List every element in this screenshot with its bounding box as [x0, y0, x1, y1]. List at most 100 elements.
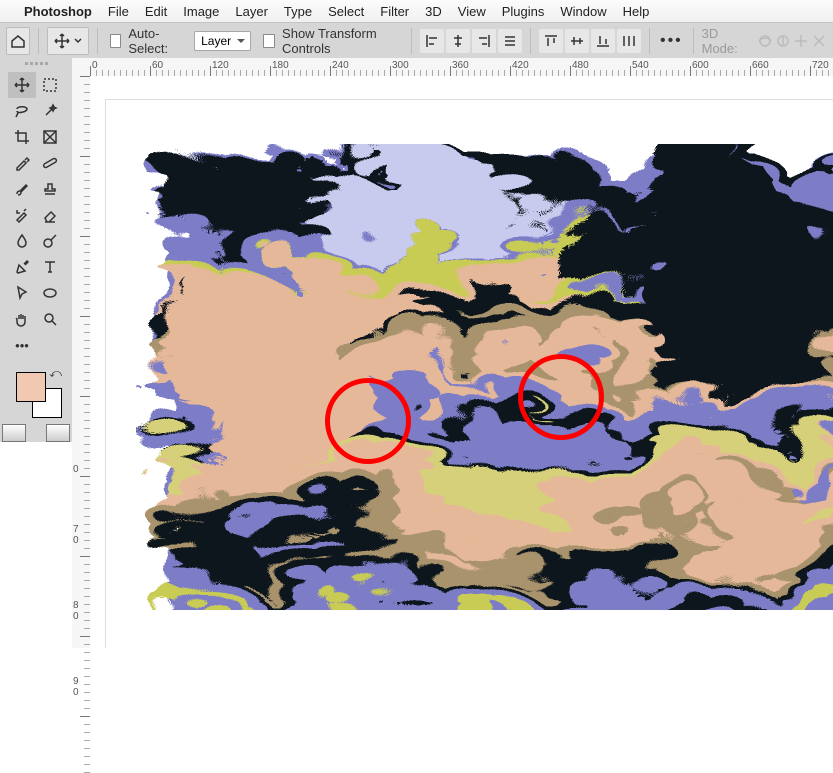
- ruler-h-label: 720: [812, 60, 829, 71]
- crop-icon: [14, 129, 30, 145]
- eraser-icon: [42, 207, 58, 223]
- ruler-v-label: 70: [73, 524, 79, 546]
- pen-tool[interactable]: [8, 254, 36, 280]
- dodge-tool[interactable]: [36, 228, 64, 254]
- menu-window[interactable]: Window: [552, 4, 614, 19]
- mode-3d-label: 3D Mode:: [702, 26, 749, 56]
- path-select-tool[interactable]: [8, 280, 36, 306]
- history-brush-tool[interactable]: [8, 202, 36, 228]
- menu-3d[interactable]: 3D: [417, 4, 450, 19]
- auto-select-input[interactable]: [110, 34, 122, 48]
- panel-drag-handle[interactable]: [16, 62, 56, 68]
- align-justify-button[interactable]: [498, 29, 522, 53]
- ruler-h-label: 0: [92, 60, 98, 71]
- magic-wand-tool[interactable]: [36, 98, 64, 124]
- tools-grid: •••: [8, 72, 64, 358]
- menu-file[interactable]: File: [100, 4, 137, 19]
- ruler-v-label: 80: [73, 600, 79, 622]
- ruler-patch-tool[interactable]: [36, 150, 64, 176]
- app-name[interactable]: Photoshop: [16, 4, 100, 19]
- menu-plugins[interactable]: Plugins: [494, 4, 553, 19]
- ruler-h-label: 60: [152, 60, 163, 71]
- crop-tool[interactable]: [8, 124, 36, 150]
- foreground-color-swatch[interactable]: [16, 372, 46, 402]
- zoom-tool[interactable]: [36, 306, 64, 332]
- pen-icon: [14, 259, 30, 275]
- separator: [97, 28, 98, 54]
- menu-help[interactable]: Help: [615, 4, 658, 19]
- move-tool-icon: [14, 77, 30, 93]
- auto-select-label: Auto-Select:: [128, 26, 186, 56]
- ruler-v-label: 0: [73, 464, 79, 475]
- ellipse-icon: [42, 285, 58, 301]
- auto-select-checkbox[interactable]: Auto-Select:: [106, 26, 187, 56]
- swap-colors-icon[interactable]: ⤺: [49, 366, 62, 381]
- arrow-cursor-icon: [14, 285, 30, 301]
- dodge-icon: [42, 233, 58, 249]
- edit-toolbar[interactable]: [36, 332, 64, 358]
- menu-select[interactable]: Select: [320, 4, 372, 19]
- ruler-h-label: 300: [392, 60, 409, 71]
- align-bottom-button[interactable]: [591, 29, 615, 53]
- active-tool-indicator[interactable]: [47, 27, 89, 55]
- menu-layer[interactable]: Layer: [227, 4, 276, 19]
- menu-view[interactable]: View: [450, 4, 494, 19]
- image-content: [136, 144, 833, 610]
- document-canvas[interactable]: [106, 100, 833, 648]
- drop-icon: [14, 233, 30, 249]
- ellipse-shape-tool[interactable]: [36, 280, 64, 306]
- zoom-icon: [42, 311, 58, 327]
- ruler-v-label: 90: [73, 676, 79, 698]
- ruler-h-label: 480: [572, 60, 589, 71]
- hand-icon: [14, 311, 30, 327]
- align-right-button[interactable]: [472, 29, 496, 53]
- frame-tool[interactable]: [36, 124, 64, 150]
- separator: [38, 28, 39, 54]
- stamp-icon: [42, 181, 58, 197]
- align-left-button[interactable]: [420, 29, 444, 53]
- move-tool[interactable]: [8, 72, 36, 98]
- lasso-tool[interactable]: [8, 98, 36, 124]
- marquee-icon: [42, 77, 58, 93]
- distribute-button[interactable]: [617, 29, 641, 53]
- align-vcenter-button[interactable]: [565, 29, 589, 53]
- show-transform-checkbox[interactable]: Show Transform Controls: [259, 26, 403, 56]
- lasso-icon: [14, 103, 30, 119]
- menu-edit[interactable]: Edit: [137, 4, 175, 19]
- pan-3d-icon: [793, 33, 809, 49]
- frame-icon: [42, 129, 58, 145]
- marquee-tool[interactable]: [36, 72, 64, 98]
- align-left-icon: [424, 33, 440, 49]
- eyedropper-tool[interactable]: [8, 150, 36, 176]
- ruler-vertical[interactable]: 0708090: [72, 76, 91, 648]
- home-button[interactable]: [6, 27, 30, 55]
- hand-tool[interactable]: [8, 306, 36, 332]
- align-hcenter-button[interactable]: [446, 29, 470, 53]
- ellipsis-icon: •••: [15, 338, 29, 353]
- liquify-artwork: [136, 144, 833, 610]
- menu-filter[interactable]: Filter: [372, 4, 417, 19]
- more-options-button[interactable]: •••: [658, 32, 685, 50]
- auto-select-target-dropdown[interactable]: Layer: [194, 31, 251, 51]
- color-swatches: ⤺: [10, 366, 62, 414]
- align-top-button[interactable]: [539, 29, 563, 53]
- auto-select-target-select[interactable]: Layer: [194, 31, 251, 51]
- align-bottom-icon: [595, 33, 611, 49]
- ruler-h-label: 120: [212, 60, 229, 71]
- distribute-icon: [621, 33, 637, 49]
- eraser-tool[interactable]: [36, 202, 64, 228]
- menu-type[interactable]: Type: [276, 4, 320, 19]
- standard-mode-button[interactable]: [2, 424, 26, 442]
- clone-stamp-tool[interactable]: [36, 176, 64, 202]
- screen-mode-button[interactable]: [46, 424, 70, 442]
- ruler-horizontal[interactable]: 060120180240300360420480540600660720: [72, 58, 833, 77]
- align-group-v: [539, 29, 641, 53]
- blur-tool[interactable]: [8, 228, 36, 254]
- align-vcenter-icon: [569, 33, 585, 49]
- show-transform-input[interactable]: [263, 34, 275, 48]
- brush-tool[interactable]: [8, 176, 36, 202]
- annotation-circle: [325, 378, 411, 464]
- menu-image[interactable]: Image: [175, 4, 227, 19]
- more-tools[interactable]: •••: [8, 332, 36, 358]
- type-tool[interactable]: [36, 254, 64, 280]
